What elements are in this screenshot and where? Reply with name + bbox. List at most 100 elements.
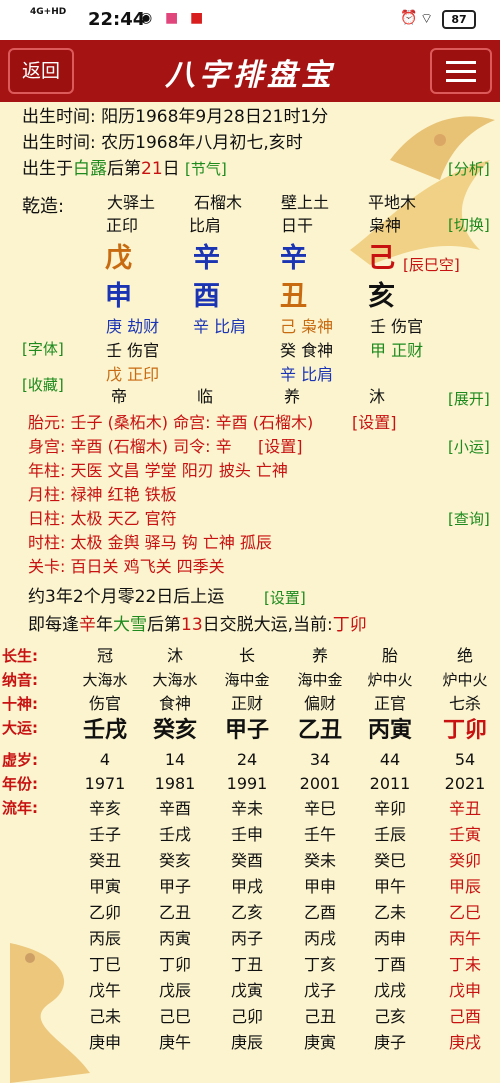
liunian-cell[interactable]: 甲辰 bbox=[430, 876, 500, 898]
liunian-cell[interactable]: 辛未 bbox=[212, 798, 282, 820]
liunian-cell[interactable]: 己酉 bbox=[430, 1006, 500, 1028]
dayun-ganzhi-cell[interactable]: 丁卯 bbox=[430, 716, 500, 746]
dayun-ganzhi-cell[interactable]: 癸亥 bbox=[140, 716, 210, 746]
shizhu-line: 时柱: 太极 金舆 驿马 钩 亡神 孤辰 bbox=[28, 533, 272, 552]
dayun-ganzhi-cell[interactable]: 乙丑 bbox=[285, 716, 355, 746]
menu-button[interactable] bbox=[430, 48, 492, 94]
liunian-cell[interactable]: 庚子 bbox=[355, 1032, 425, 1054]
liunian-cell[interactable]: 庚午 bbox=[140, 1032, 210, 1054]
liunian-cell[interactable]: 戊午 bbox=[70, 980, 140, 1002]
liunian-cell[interactable]: 甲申 bbox=[285, 876, 355, 898]
app-title: 八字排盘宝 bbox=[165, 58, 335, 93]
changsheng-day: 养 bbox=[283, 387, 300, 406]
dayun-ganzhi-cell[interactable]: 丙寅 bbox=[355, 716, 425, 746]
liunian-cell[interactable]: 乙未 bbox=[355, 902, 425, 924]
liunian-cell[interactable]: 辛亥 bbox=[70, 798, 140, 820]
liunian-cell[interactable]: 乙亥 bbox=[212, 902, 282, 924]
dayun-set-button[interactable]: [设置] bbox=[264, 587, 306, 609]
liunian-cell[interactable]: 甲子 bbox=[140, 876, 210, 898]
dayun-ganzhi-cell[interactable]: 甲子 bbox=[212, 716, 282, 746]
liunian-cell[interactable]: 辛巳 bbox=[285, 798, 355, 820]
liunian-cell[interactable]: 乙丑 bbox=[140, 902, 210, 924]
font-button[interactable]: [字体] bbox=[22, 338, 64, 360]
liunian-cell[interactable]: 庚戌 bbox=[430, 1032, 500, 1054]
liunian-cell[interactable]: 庚寅 bbox=[285, 1032, 355, 1054]
liunian-cell[interactable]: 庚辰 bbox=[212, 1032, 282, 1054]
liunian-cell[interactable]: 己丑 bbox=[285, 1006, 355, 1028]
dayun-ganzhi-cell[interactable]: 壬戌 bbox=[70, 716, 140, 746]
dayun-row-label: 虚岁: bbox=[2, 751, 38, 769]
nianzhu-line: 年柱: 天医 文昌 学堂 阳刃 披头 亡神 bbox=[28, 461, 288, 480]
switch-button[interactable]: [切换] bbox=[448, 214, 490, 236]
liunian-cell[interactable]: 壬午 bbox=[285, 824, 355, 846]
rizhu-line: 日柱: 太极 天乙 官符 bbox=[28, 509, 177, 528]
liunian-cell[interactable]: 乙巳 bbox=[430, 902, 500, 924]
query-button[interactable]: [查询] bbox=[448, 508, 490, 530]
jiaoyun-line: 即每逢辛年大雪后第13日交脱大运,当前:丁卯 bbox=[28, 615, 367, 635]
liunian-cell[interactable]: 戊戌 bbox=[355, 980, 425, 1002]
dayun-changsheng-cell: 长 bbox=[238, 646, 255, 665]
analyze-button[interactable]: [分析] bbox=[448, 158, 490, 180]
liunian-cell[interactable]: 丁酉 bbox=[355, 954, 425, 976]
liunian-cell[interactable]: 壬辰 bbox=[355, 824, 425, 846]
liunian-cell[interactable]: 癸卯 bbox=[430, 850, 500, 872]
guanka-line: 关卡: 百日关 鸡飞关 四季关 bbox=[28, 557, 225, 576]
dayun-nayin-cell: 海中金 bbox=[224, 671, 270, 689]
liunian-cell[interactable]: 壬寅 bbox=[430, 824, 500, 846]
liunian-cell[interactable]: 壬申 bbox=[212, 824, 282, 846]
liunian-cell[interactable]: 甲午 bbox=[355, 876, 425, 898]
liunian-cell[interactable]: 丙寅 bbox=[140, 928, 210, 950]
liunian-cell[interactable]: 癸未 bbox=[285, 850, 355, 872]
liunian-cell[interactable]: 己卯 bbox=[212, 1006, 282, 1028]
liunian-cell[interactable]: 甲寅 bbox=[70, 876, 140, 898]
solar-term-link[interactable]: [节气] bbox=[185, 160, 227, 178]
liunian-cell[interactable]: 乙酉 bbox=[285, 902, 355, 924]
dayun-nayin-cell: 大海水 bbox=[82, 671, 128, 689]
dayun-year-cell: 1981 bbox=[154, 774, 196, 793]
stem-hour: 己 bbox=[368, 243, 395, 274]
dayun-age-cell: 24 bbox=[236, 750, 258, 769]
liunian-cell[interactable]: 丙戌 bbox=[285, 928, 355, 950]
kongwang-label: [辰巳空] bbox=[403, 256, 460, 274]
liunian-cell[interactable]: 戊子 bbox=[285, 980, 355, 1002]
expand-button[interactable]: [展开] bbox=[448, 388, 490, 410]
liunian-cell[interactable]: 丁卯 bbox=[140, 954, 210, 976]
set-button-2[interactable]: [设置] bbox=[258, 436, 303, 458]
collect-button[interactable]: [收藏] bbox=[22, 374, 64, 396]
liunian-cell[interactable]: 甲戌 bbox=[212, 876, 282, 898]
liunian-cell[interactable]: 辛丑 bbox=[430, 798, 500, 820]
shishen-year: 正印 bbox=[105, 216, 138, 235]
liunian-cell[interactable]: 戊辰 bbox=[140, 980, 210, 1002]
liunian-cell[interactable]: 丁亥 bbox=[285, 954, 355, 976]
liunian-cell[interactable]: 丙辰 bbox=[70, 928, 140, 950]
liunian-cell[interactable]: 己巳 bbox=[140, 1006, 210, 1028]
liunian-cell[interactable]: 丙申 bbox=[355, 928, 425, 950]
changsheng-hour: 沐 bbox=[368, 387, 385, 406]
xiaoyun-button[interactable]: [小运] bbox=[448, 436, 490, 458]
liunian-cell[interactable]: 丁未 bbox=[430, 954, 500, 976]
liunian-cell[interactable]: 癸巳 bbox=[355, 850, 425, 872]
liunian-cell[interactable]: 己未 bbox=[70, 1006, 140, 1028]
nayin-hour: 平地木 bbox=[367, 193, 416, 212]
liunian-cell[interactable]: 丁丑 bbox=[212, 954, 282, 976]
liunian-cell[interactable]: 壬子 bbox=[70, 824, 140, 846]
liunian-cell[interactable]: 癸丑 bbox=[70, 850, 140, 872]
set-button-1[interactable]: [设置] bbox=[352, 412, 397, 434]
liunian-cell[interactable]: 丙午 bbox=[430, 928, 500, 950]
liunian-cell[interactable]: 辛卯 bbox=[355, 798, 425, 820]
liunian-cell[interactable]: 癸亥 bbox=[140, 850, 210, 872]
liunian-cell[interactable]: 戊申 bbox=[430, 980, 500, 1002]
liunian-cell[interactable]: 丙子 bbox=[212, 928, 282, 950]
liunian-cell[interactable]: 己亥 bbox=[355, 1006, 425, 1028]
branch-day: 丑 bbox=[280, 281, 307, 312]
liunian-cell[interactable]: 癸酉 bbox=[212, 850, 282, 872]
liunian-cell[interactable]: 辛酉 bbox=[140, 798, 210, 820]
liunian-cell[interactable]: 壬戌 bbox=[140, 824, 210, 846]
dayun-shishen-cell: 七杀 bbox=[448, 694, 481, 713]
liunian-cell[interactable]: 戊寅 bbox=[212, 980, 282, 1002]
liunian-cell[interactable]: 乙卯 bbox=[70, 902, 140, 924]
dayun-year-cell: 2021 bbox=[444, 774, 486, 793]
liunian-cell[interactable]: 庚申 bbox=[70, 1032, 140, 1054]
liunian-cell[interactable]: 丁巳 bbox=[70, 954, 140, 976]
branch-hour: 亥 bbox=[368, 281, 395, 312]
